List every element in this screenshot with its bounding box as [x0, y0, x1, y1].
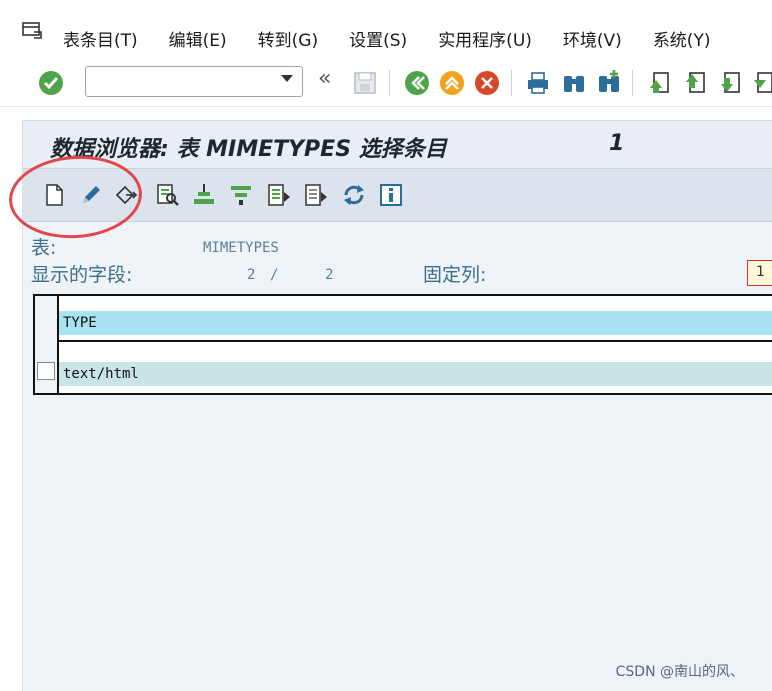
up-icon[interactable]: [439, 70, 465, 96]
menu-item-system[interactable]: 系统(Y): [653, 26, 711, 51]
toolbar-separator: [389, 70, 390, 96]
select-layout-icon[interactable]: [266, 182, 292, 208]
details-icon[interactable]: [154, 182, 180, 208]
fixed-columns-label: 固定列:: [423, 264, 487, 286]
change-icon[interactable]: [78, 182, 104, 208]
toolbar-separator: [632, 70, 633, 96]
table-row[interactable]: text/html: [59, 362, 772, 386]
check-table-icon[interactable]: [113, 182, 139, 208]
displayed-fields-total: 2: [325, 267, 334, 283]
menu-bar: 表条目(T) 编辑(E) 转到(G) 设置(S) 实用程序(U) 环境(V) 系…: [0, 0, 772, 62]
system-toolbar: «: [0, 62, 772, 107]
table-cell-type: text/html: [63, 366, 139, 382]
menu-item-settings[interactable]: 设置(S): [349, 26, 407, 51]
command-field[interactable]: [85, 66, 303, 97]
row-select-checkbox[interactable]: [37, 362, 55, 380]
column-header-label: TYPE: [63, 315, 97, 331]
page-title: 数据浏览器: 表 MIMETYPES 选择条目: [50, 137, 447, 162]
fixed-columns-input[interactable]: 1: [747, 260, 772, 286]
toolbar-separator: [511, 70, 512, 96]
displayed-fields-separator: /: [270, 267, 279, 283]
save-icon[interactable]: [352, 70, 378, 96]
table-label: 表:: [31, 237, 57, 259]
main-area: 数据浏览器: 表 MIMETYPES 选择条目 1 表: MIMETYPES 显…: [6, 120, 772, 691]
find-icon[interactable]: [561, 70, 587, 96]
find-next-icon[interactable]: [596, 70, 622, 96]
menu-item-environment[interactable]: 环境(V): [563, 26, 622, 51]
screen-title-bar: 数据浏览器: 表 MIMETYPES 选择条目 1: [23, 120, 772, 169]
refresh-icon[interactable]: [341, 182, 367, 208]
sort-ascending-icon[interactable]: [191, 182, 217, 208]
menu-item-table-entry[interactable]: 表条目(T): [63, 26, 138, 51]
filter-icon[interactable]: [228, 182, 254, 208]
header-divider: [57, 340, 772, 342]
data-grid: TYPE text/html: [33, 294, 772, 395]
next-page-icon[interactable]: [717, 70, 743, 96]
print-icon[interactable]: [525, 70, 551, 96]
command-dropdown-icon[interactable]: [281, 75, 293, 82]
back-icon[interactable]: «: [318, 66, 344, 92]
menu-item-edit[interactable]: 编辑(E): [169, 26, 227, 51]
table-name-value: MIMETYPES: [203, 240, 279, 256]
exit-icon[interactable]: [404, 70, 430, 96]
info-icon[interactable]: [378, 182, 404, 208]
application-toolbar: [23, 168, 772, 222]
displayed-fields-label: 显示的字段:: [31, 264, 133, 286]
check-icon[interactable]: [38, 70, 64, 96]
create-icon[interactable]: [41, 182, 67, 208]
displayed-fields-count: 2: [247, 267, 256, 283]
menu-window-icon[interactable]: [22, 22, 44, 40]
column-header-type[interactable]: TYPE: [59, 311, 772, 335]
first-page-icon[interactable]: [646, 70, 672, 96]
watermark: CSDN @南山的风、: [615, 664, 744, 680]
previous-page-icon[interactable]: [682, 70, 708, 96]
last-page-icon[interactable]: [750, 70, 772, 96]
menu-item-utilities[interactable]: 实用程序(U): [438, 26, 532, 51]
entry-count: 1: [609, 131, 625, 156]
choose-fields-icon[interactable]: [303, 182, 329, 208]
menu-item-goto[interactable]: 转到(G): [258, 26, 318, 51]
cancel-icon[interactable]: [474, 70, 500, 96]
